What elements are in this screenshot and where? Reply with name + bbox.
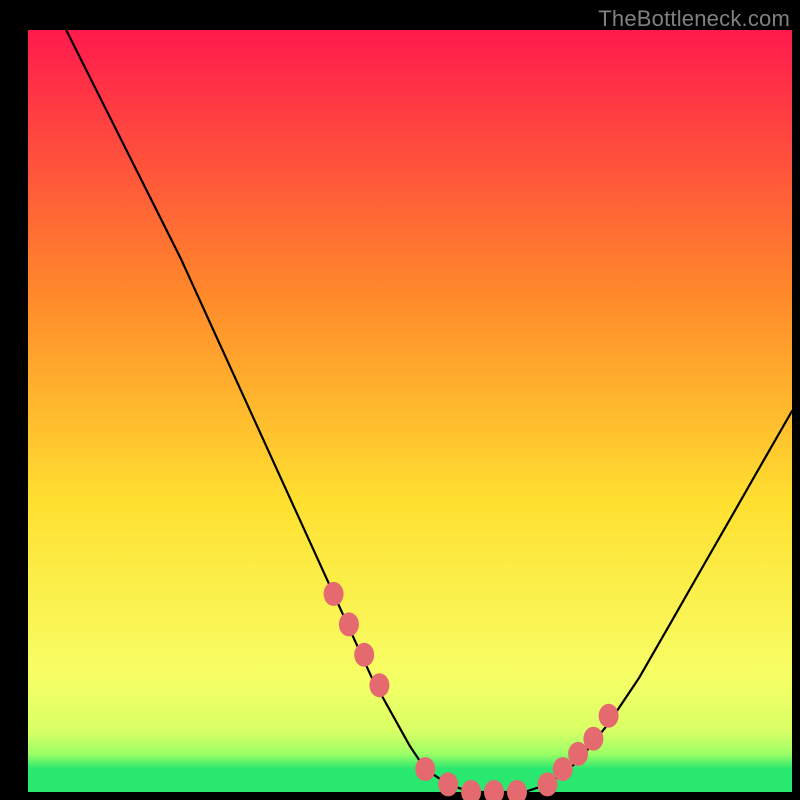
curve-marker bbox=[415, 757, 435, 781]
curve-marker bbox=[354, 643, 374, 667]
curve-marker bbox=[324, 582, 344, 606]
curve-marker bbox=[538, 772, 558, 796]
curve-marker bbox=[553, 757, 573, 781]
curve-marker bbox=[369, 673, 389, 697]
watermark-text: TheBottleneck.com bbox=[598, 6, 790, 32]
plot-background bbox=[28, 30, 792, 792]
curve-marker bbox=[599, 704, 619, 728]
chart-frame: TheBottleneck.com bbox=[0, 0, 800, 800]
curve-marker bbox=[339, 612, 359, 636]
bottleneck-chart bbox=[0, 0, 800, 800]
curve-marker bbox=[438, 772, 458, 796]
curve-marker bbox=[568, 742, 588, 766]
curve-marker bbox=[583, 727, 603, 751]
